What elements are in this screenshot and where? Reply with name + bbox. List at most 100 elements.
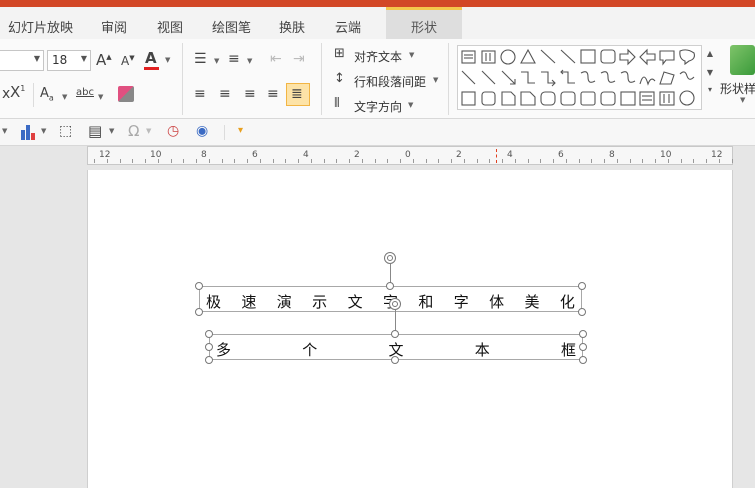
ruler-tick	[209, 159, 210, 163]
superscript-icon[interactable]: X1	[10, 85, 25, 100]
ruler-tick	[413, 159, 414, 163]
chevron-down-icon[interactable]: ▼	[62, 94, 67, 101]
ruler-tick	[655, 159, 656, 163]
shrink-font-icon[interactable]: A▼	[121, 55, 135, 68]
ruler-tick	[706, 159, 707, 163]
text-char: 化	[559, 293, 575, 311]
shapes-gallery	[457, 45, 718, 110]
ruler-tick	[234, 159, 235, 163]
bullets-icon[interactable]: ☰	[194, 52, 207, 66]
bar-chart-icon[interactable]	[20, 124, 36, 140]
chevron-down-icon: ▼	[33, 54, 40, 63]
chevron-down-icon[interactable]: ▼	[98, 94, 103, 101]
decrease-indent-icon[interactable]: ⇤	[270, 52, 282, 66]
ribbon-panel: ▼ 18 ▼ A▲ A▼ A ▼ x X1 Aa ▼ abc ▼ ☰ ▼ ≡ ▼…	[0, 39, 755, 119]
ruler-tick	[336, 159, 337, 163]
chevron-down-icon[interactable]: ▼	[740, 97, 745, 104]
align-text-icon: ⊞	[334, 46, 345, 61]
numbering-icon[interactable]: ≡	[228, 52, 240, 66]
group-divider	[321, 43, 322, 115]
select-shape-icon[interactable]: ⬚	[59, 124, 72, 138]
shape-style-icon[interactable]	[730, 45, 755, 75]
ruler-tick	[591, 159, 592, 163]
customize-toolbar-icon[interactable]: ▾	[238, 126, 243, 136]
slide-canvas[interactable]: 极速演示文字和字体美化 多个文本框	[87, 170, 733, 488]
chevron-down-icon[interactable]: ▼	[146, 128, 151, 135]
line-spacing-label[interactable]: 行和段落间距	[354, 73, 426, 90]
tab-skin[interactable]: 换肤	[279, 17, 305, 36]
scroll-up-icon[interactable]: ▲	[702, 49, 718, 58]
ruler-cursor-marker	[496, 149, 497, 163]
screen-capture-icon[interactable]: ◉	[196, 124, 208, 138]
font-size-combo[interactable]: 18 ▼	[47, 50, 91, 71]
tab-shape-format[interactable]: 形状	[411, 17, 437, 36]
distributed-align-button[interactable]: ≣	[286, 83, 310, 106]
chevron-down-icon[interactable]: ▼	[214, 58, 219, 65]
justify-icon[interactable]: ≡	[267, 87, 279, 101]
symbol-icon[interactable]: Ω	[128, 124, 139, 139]
align-right-icon[interactable]: ≡	[244, 87, 256, 101]
resize-handle[interactable]	[205, 330, 213, 338]
text-direction-label[interactable]: 文字方向	[354, 98, 402, 115]
align-left-icon[interactable]: ≡	[194, 87, 206, 101]
tab-review[interactable]: 审阅	[101, 17, 127, 36]
change-case-icon[interactable]: Aa	[40, 87, 54, 103]
ruler-label: 12	[99, 150, 111, 160]
shape-style-label[interactable]: 形状样	[720, 80, 755, 97]
ruler-tick	[489, 159, 490, 163]
tab-view[interactable]: 视图	[157, 17, 183, 36]
tab-slideshow[interactable]: 幻灯片放映	[8, 17, 73, 36]
gallery-more-icon[interactable]: ▾	[702, 85, 718, 94]
resize-handle[interactable]	[391, 330, 399, 338]
ruler-label: 6	[558, 150, 564, 160]
align-text-label[interactable]: 对齐文本	[354, 48, 402, 65]
increase-indent-icon[interactable]: ⇥	[293, 52, 305, 66]
gallery-scrollbar[interactable]: ▲ ▼ ▾	[701, 45, 718, 110]
tab-cloud[interactable]: 云端	[335, 17, 361, 36]
resize-handle[interactable]	[579, 356, 587, 364]
insert-time-icon[interactable]: ◷	[167, 124, 179, 138]
horizontal-ruler[interactable]: 12 10 8 6 4 2 0 2 4 6 8 10 12	[87, 146, 733, 165]
resize-handle[interactable]	[195, 282, 203, 290]
grow-font-icon[interactable]: A▲	[96, 53, 112, 68]
ruler-label: 8	[609, 150, 615, 160]
ruler-tick	[107, 159, 108, 163]
resize-handle[interactable]	[205, 356, 213, 364]
chevron-down-icon[interactable]: ▼	[247, 58, 252, 65]
divider	[33, 83, 34, 107]
font-name-combo[interactable]: ▼	[0, 50, 44, 71]
chevron-down-icon[interactable]: ▼	[408, 102, 413, 109]
clear-format-icon[interactable]	[118, 86, 134, 102]
resize-handle[interactable]	[579, 330, 587, 338]
ruler-tick	[285, 159, 286, 163]
ruler-tick	[540, 159, 541, 163]
resize-handle[interactable]	[578, 308, 586, 316]
resize-handle[interactable]	[391, 356, 399, 364]
resize-handle[interactable]	[386, 282, 394, 290]
chevron-down-icon[interactable]: ▼	[109, 128, 114, 135]
ruler-tick	[681, 159, 682, 163]
ruler-label: 4	[303, 150, 309, 160]
rotate-handle-icon[interactable]	[384, 252, 396, 264]
chevron-down-icon[interactable]: ▼	[2, 128, 7, 135]
resize-handle[interactable]	[579, 343, 587, 351]
ruler-tick	[642, 159, 643, 163]
chevron-down-icon[interactable]: ▼	[41, 128, 46, 135]
resize-handle[interactable]	[578, 282, 586, 290]
chevron-down-icon[interactable]: ▼	[165, 57, 170, 64]
tab-drawing-pen[interactable]: 绘图笔	[212, 17, 251, 36]
ruler-tick	[426, 159, 427, 163]
align-center-icon[interactable]: ≡	[219, 87, 231, 101]
resize-handle[interactable]	[195, 308, 203, 316]
textbox-icon[interactable]: ▤	[88, 124, 102, 139]
scroll-down-icon[interactable]: ▼	[702, 68, 718, 77]
character-spacing-icon[interactable]: abc	[76, 88, 94, 98]
shapes-gallery-icons[interactable]	[458, 46, 701, 109]
chevron-down-icon[interactable]: ▼	[409, 52, 414, 59]
text-char: 演	[276, 293, 292, 311]
ruler-tick	[362, 159, 363, 163]
font-color-icon[interactable]: A	[145, 51, 157, 66]
rotate-handle-icon[interactable]	[389, 298, 401, 310]
resize-handle[interactable]	[205, 343, 213, 351]
chevron-down-icon[interactable]: ▼	[433, 77, 438, 84]
